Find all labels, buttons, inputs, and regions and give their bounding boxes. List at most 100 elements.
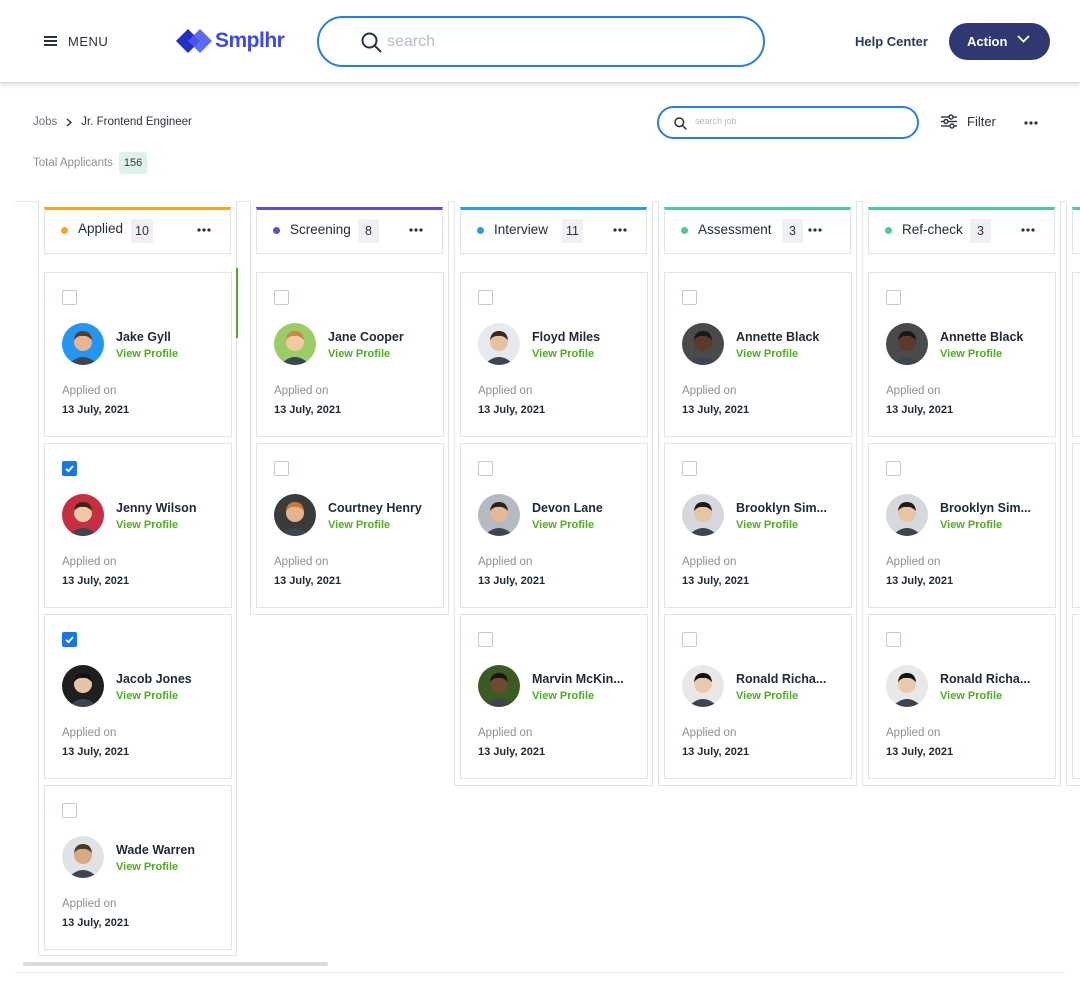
help-center-link[interactable]: Help Center — [855, 34, 928, 49]
select-checkbox[interactable] — [682, 461, 697, 476]
applicant-card[interactable]: Wade Warren View Profile Applied on 13 July… — [44, 785, 232, 950]
select-checkbox[interactable] — [682, 290, 697, 305]
check-icon — [65, 636, 74, 644]
view-profile-link[interactable]: View Profile — [940, 519, 1002, 531]
applicant-card[interactable]: Marvin McKin... View Profile Applied on 13 … — [460, 614, 648, 779]
applicant-name: Wade Warren — [116, 843, 195, 857]
select-checkbox[interactable] — [478, 290, 493, 305]
view-profile-link[interactable]: View Profile — [328, 348, 390, 360]
more-options-icon[interactable] — [1024, 121, 1038, 125]
select-checkbox[interactable] — [478, 461, 493, 476]
search-icon — [361, 32, 382, 53]
applied-on-label: Applied on — [274, 556, 329, 568]
applied-date: 13 July, 2021 — [62, 575, 130, 587]
applicant-name: Ronald Richa... — [940, 672, 1031, 686]
view-profile-link[interactable]: View Profile — [532, 348, 594, 360]
column-header: Assessment 3 — [664, 207, 851, 254]
applied-on-label: Applied on — [886, 556, 941, 568]
view-profile-link[interactable]: View Profile — [116, 861, 178, 873]
view-profile-link[interactable]: View Profile — [736, 519, 798, 531]
applicant-card[interactable]: Courtney Henry View Profile Applied on 13 J… — [256, 443, 444, 608]
select-checkbox[interactable] — [886, 290, 901, 305]
applicant-card[interactable]: Annette Black View Profile Applied on 13 Ju… — [868, 272, 1056, 437]
applied-on-label: Applied on — [62, 898, 117, 910]
select-checkbox[interactable] — [886, 461, 901, 476]
applied-date: 13 July, 2021 — [886, 404, 954, 416]
view-profile-link[interactable]: View Profile — [940, 690, 1002, 702]
applicant-name: Floyd Miles — [532, 330, 601, 344]
menu-button[interactable]: MENU — [44, 31, 108, 51]
column-count-badge: 10 — [131, 219, 153, 243]
applicant-card[interactable]: Annette Black View Profile Applied on 13 Ju… — [664, 272, 852, 437]
board-bottom-divider — [15, 972, 1065, 973]
horizontal-scrollbar[interactable] — [23, 962, 328, 966]
select-checkbox[interactable] — [682, 632, 697, 647]
view-profile-link[interactable]: View Profile — [328, 519, 390, 531]
applicant-card[interactable]: Jake Gyll View Profile Applied on 13 July, … — [44, 272, 232, 437]
applicant-card[interactable]: Jenny Wilson View Profile Applied on 13 Jul… — [44, 443, 232, 608]
column-header — [1072, 207, 1080, 254]
view-profile-link[interactable]: View Profile — [116, 519, 178, 531]
applicant-card[interactable]: Brooklyn Sim... View Profile Applied on 13 … — [664, 443, 852, 608]
job-search[interactable] — [657, 106, 919, 139]
filter-button[interactable]: Filter — [941, 114, 996, 129]
applied-date: 13 July, 2021 — [682, 575, 750, 587]
applicant-card[interactable] — [1072, 443, 1080, 608]
column-screening: Screening 8 Jane Cooper View Profile Applied… — [250, 201, 449, 615]
view-profile-link[interactable]: View Profile — [532, 519, 594, 531]
applied-date: 13 July, 2021 — [62, 917, 130, 929]
view-profile-link[interactable]: View Profile — [116, 690, 178, 702]
applicant-card[interactable]: Ronald Richa... View Profile Applied on 13 … — [664, 614, 852, 779]
filter-label: Filter — [967, 114, 996, 129]
view-profile-link[interactable]: View Profile — [116, 348, 178, 360]
breadcrumb-jobs[interactable]: Jobs — [33, 116, 57, 128]
select-checkbox[interactable] — [478, 632, 493, 647]
applicant-card[interactable]: Jane Cooper View Profile Applied on 13 July… — [256, 272, 444, 437]
column-more-icon[interactable] — [409, 228, 423, 232]
applicant-card[interactable]: Brooklyn Sim... View Profile Applied on 13 … — [868, 443, 1056, 608]
global-search[interactable] — [317, 16, 765, 67]
applicant-card[interactable] — [1072, 272, 1080, 437]
applied-on-label: Applied on — [886, 385, 941, 397]
view-profile-link[interactable]: View Profile — [736, 348, 798, 360]
applicant-name: Annette Black — [736, 330, 820, 344]
menu-label: MENU — [68, 33, 109, 49]
logo[interactable]: Smplhr — [176, 28, 285, 54]
column-scrollbar[interactable] — [236, 268, 238, 338]
column-more-icon[interactable] — [613, 228, 627, 232]
applicant-name: Ronald Richa... — [736, 672, 827, 686]
column-more-icon[interactable] — [808, 228, 822, 232]
column-title: Assessment — [698, 222, 772, 237]
column-count-badge: 3 — [970, 219, 991, 243]
applied-date: 13 July, 2021 — [478, 404, 546, 416]
select-checkbox[interactable] — [62, 803, 77, 818]
select-checkbox[interactable] — [62, 461, 77, 476]
applied-date: 13 July, 2021 — [274, 404, 342, 416]
chevron-right-icon — [66, 117, 73, 127]
column-count-badge: 8 — [358, 219, 379, 243]
applicant-card[interactable]: Ronald Richa... View Profile Applied on 13 … — [868, 614, 1056, 779]
applicant-card[interactable]: Devon Lane View Profile Applied on 13 July,… — [460, 443, 648, 608]
avatar — [682, 665, 724, 707]
column-more-icon[interactable] — [197, 228, 211, 232]
select-checkbox[interactable] — [274, 461, 289, 476]
applicant-name: Brooklyn Sim... — [940, 501, 1031, 515]
action-button[interactable]: Action — [949, 23, 1050, 60]
column-assessment: Assessment 3 Annette Black View Profile Appl… — [658, 201, 857, 786]
select-checkbox[interactable] — [886, 632, 901, 647]
applicant-card[interactable] — [1072, 614, 1080, 779]
status-dot — [885, 227, 892, 234]
select-checkbox[interactable] — [62, 290, 77, 305]
view-profile-link[interactable]: View Profile — [736, 690, 798, 702]
applicant-card[interactable]: Floyd Miles View Profile Applied on 13 July… — [460, 272, 648, 437]
sliders-icon — [941, 114, 957, 129]
select-checkbox[interactable] — [62, 632, 77, 647]
select-checkbox[interactable] — [274, 290, 289, 305]
view-profile-link[interactable]: View Profile — [940, 348, 1002, 360]
column-more-icon[interactable] — [1021, 228, 1035, 232]
applicant-card[interactable]: Jacob Jones View Profile Applied on 13 July… — [44, 614, 232, 779]
avatar — [62, 323, 104, 365]
search-input[interactable] — [387, 32, 717, 51]
view-profile-link[interactable]: View Profile — [532, 690, 594, 702]
job-search-input[interactable] — [695, 116, 895, 126]
